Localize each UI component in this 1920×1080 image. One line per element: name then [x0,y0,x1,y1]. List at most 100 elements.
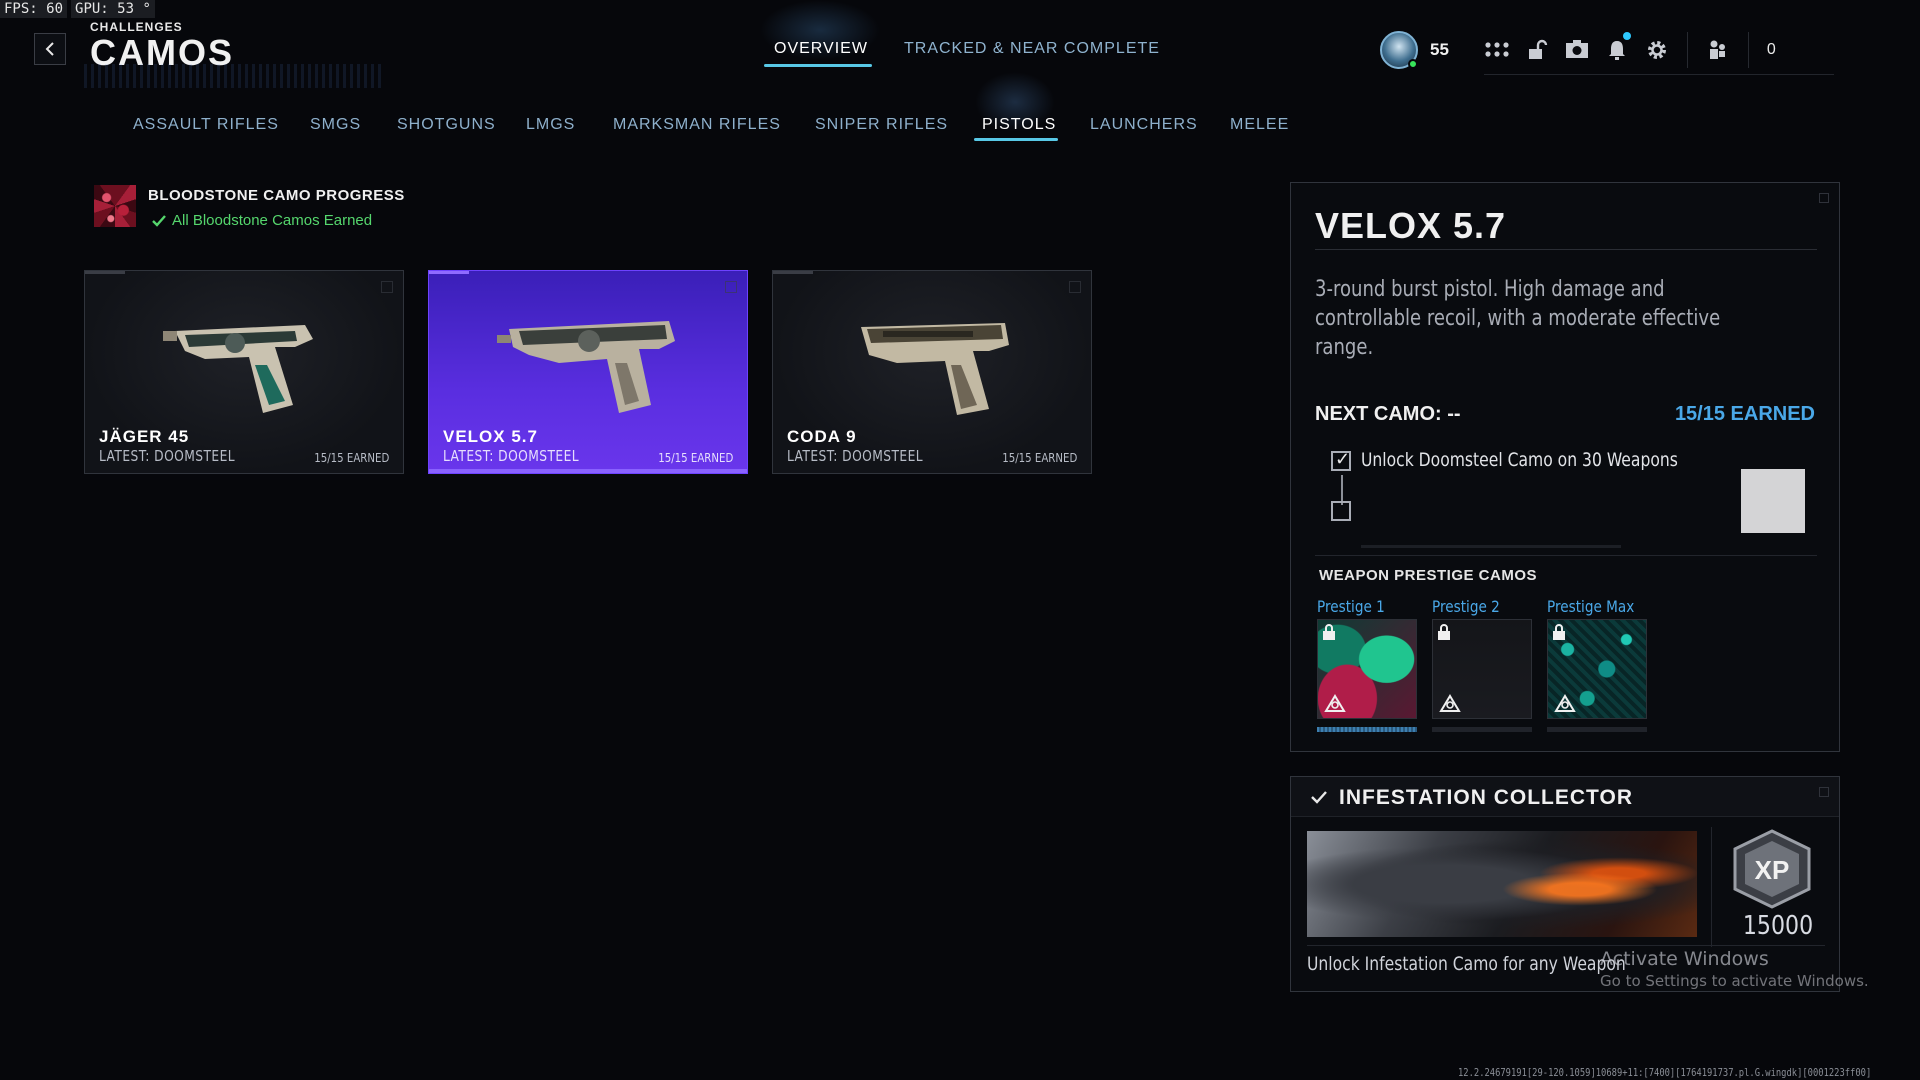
selected-indicator [429,469,747,473]
online-status-dot [1408,59,1418,69]
tab-overview-underline [764,64,872,67]
lock-icon [1438,624,1450,640]
prestige-2-camo-tile[interactable] [1432,619,1532,719]
weapon-card-jager-45[interactable]: JÄGER 45 LATEST: DOOMSTEEL 15/15 EARNED [84,270,404,474]
prestige-max-progress [1547,727,1647,732]
settings-gear-icon[interactable] [1637,30,1677,70]
weapon-latest-camo: LATEST: DOOMSTEEL [787,447,924,465]
prestige-2-label: Prestige 2 [1432,597,1500,616]
card-top-accent [773,271,813,274]
camera-icon[interactable] [1557,30,1597,70]
apps-grid-icon[interactable] [1477,30,1517,70]
weapon-earned-count: 15/15 EARNED [657,451,733,465]
camo-earned-total: 15/15 EARNED [1674,403,1815,425]
xp-reward-amount: 15000 [1742,911,1814,941]
category-lmgs[interactable]: LMGS [526,116,575,134]
hud-divider [1686,32,1688,68]
panel-corner-marker [1819,787,1829,797]
weapon-latest-camo: LATEST: DOOMSTEEL [99,447,236,465]
bloodstone-progress-title: BLOODSTONE CAMO PROGRESS [148,187,405,204]
prestige-max-label: Prestige Max [1547,597,1635,616]
pistol-image [861,323,1009,415]
category-sniper-rifles[interactable]: SNIPER RIFLES [815,116,948,134]
prestige-max-camo-tile[interactable] [1547,619,1647,719]
prestige-1-progress-fill [1317,727,1417,732]
category-pistols[interactable]: PISTOLS [982,116,1056,134]
challenge-description: Unlock Doomsteel Camo on 30 Weapons [1361,449,1678,471]
divider [1307,945,1825,946]
pistol-image [163,325,313,413]
next-camo-label: NEXT CAMO: -- [1315,403,1461,425]
party-icon[interactable] [1698,30,1738,70]
pistol-image [497,321,675,413]
weapon-card-velox-5-7[interactable]: VELOX 5.7 LATEST: DOOMSTEEL 15/15 EARNED [428,270,748,474]
weapon-name: JÄGER 45 [99,427,190,446]
prestige-1-progress [1317,727,1417,732]
perf-overlay: FPS: 60 GPU: 53 ° [0,0,155,18]
prestige-emblem-icon [1554,694,1576,712]
notifications-icon[interactable] [1597,30,1637,70]
title-decoration [84,64,384,88]
card-corner-marker [1069,281,1081,293]
lock-icon [1323,624,1335,640]
checkmark-icon [1311,791,1327,804]
challenge-progress-bar [1361,545,1621,548]
category-smgs[interactable]: SMGS [310,116,361,134]
card-top-accent [85,271,125,274]
chevron-left-icon [45,42,54,56]
camo-reward-preview[interactable] [1741,469,1805,533]
bloodstone-camo-thumbnail [94,185,136,227]
rank-number: 55 [1430,40,1449,59]
card-top-accent [429,271,469,274]
card-corner-marker [725,281,737,293]
weapon-latest-camo: LATEST: DOOMSTEEL [443,447,580,465]
lock-icon [1553,624,1565,640]
category-melee[interactable]: MELEE [1230,116,1289,134]
activation-watermark-subtitle: Go to Settings to activate Windows. [1600,972,1869,990]
weapon-detail-panel: VELOX 5.7 3-round burst pistol. High dam… [1290,182,1840,752]
category-shotguns[interactable]: SHOTGUNS [397,116,496,134]
divider [1711,827,1712,947]
category-marksman-rifles[interactable]: MARKSMAN RIFLES [613,116,781,134]
unlock-icon[interactable] [1517,30,1557,70]
hud-underline [1484,74,1834,75]
category-assault-rifles[interactable]: ASSAULT RIFLES [133,116,279,134]
challenge-checkbox-empty[interactable] [1331,501,1351,521]
xp-badge-icon: XP [1733,829,1811,909]
category-launchers[interactable]: LAUNCHERS [1090,116,1198,134]
xp-badge-label: XP [1755,855,1790,885]
category-pistols-underline [974,138,1058,141]
prestige-1-label: Prestige 1 [1317,597,1385,616]
hud-bar: 55 0 [1380,28,1776,72]
currency-count: 0 [1766,41,1776,58]
rank-badge[interactable] [1380,31,1418,69]
fps-readout: FPS: 60 [0,0,68,18]
weapon-earned-count: 15/15 EARNED [313,451,389,465]
infestation-camo-image [1307,831,1697,937]
challenge-checkbox-checked[interactable]: ✓ [1331,449,1351,471]
hud-divider [1747,32,1749,68]
weapon-name: CODA 9 [787,427,857,446]
card-corner-marker [381,281,393,293]
checkmark-icon [152,214,166,227]
prestige-1-camo-tile[interactable] [1317,619,1417,719]
prestige-emblem-icon [1439,694,1461,712]
tab-overview[interactable]: OVERVIEW [774,40,868,58]
notification-dot [1622,32,1631,40]
event-title: INFESTATION COLLECTOR [1339,786,1633,809]
event-description: Unlock Infestation Camo for any Weapon [1307,953,1626,975]
gpu-readout: GPU: 53 ° [71,0,155,18]
prestige-emblem-icon [1324,694,1346,712]
weapon-card-coda-9[interactable]: CODA 9 LATEST: DOOMSTEEL 15/15 EARNED [772,270,1092,474]
prestige-camos-title: WEAPON PRESTIGE CAMOS [1319,567,1538,584]
bloodstone-progress-status: All Bloodstone Camos Earned [152,212,372,229]
bloodstone-status-text: All Bloodstone Camos Earned [172,212,373,229]
build-version-string: 12.2.24679191[29-120.1059]10689+11:[7400… [1458,1066,1872,1079]
weapon-earned-count: 15/15 EARNED [1001,451,1077,465]
back-button[interactable] [34,33,66,65]
detail-weapon-name: VELOX 5.7 [1315,205,1507,246]
prestige-2-progress [1432,727,1532,732]
tab-tracked-near-complete[interactable]: TRACKED & NEAR COMPLETE [904,40,1160,58]
activation-watermark-title: Activate Windows [1600,948,1769,970]
weapon-name: VELOX 5.7 [443,427,538,446]
